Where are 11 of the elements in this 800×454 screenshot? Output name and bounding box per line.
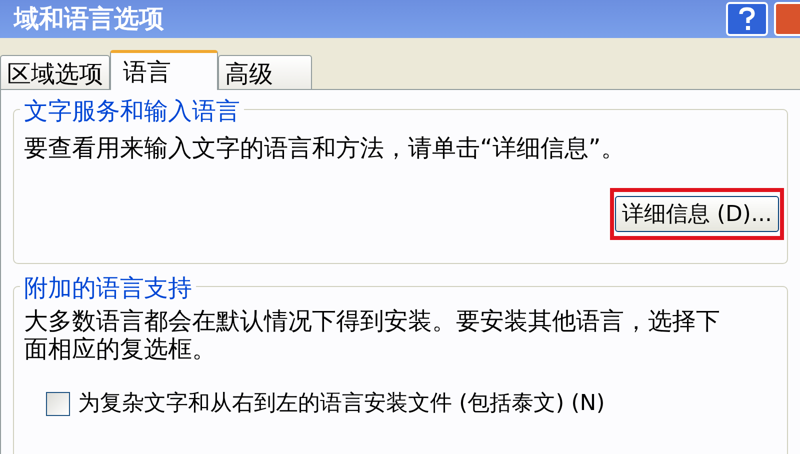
tab[interactable]: 语言 — [110, 50, 218, 90]
description-text: 要查看用来输入文字的语言和方法，请单击“详细信息”。 — [24, 133, 626, 164]
description-text: 大多数语言都会在默认情况下得到安装。要安装其他语言，选择下面相应的复选框。 — [24, 307, 721, 363]
window-title: 域和语言选项 — [14, 3, 164, 36]
details-button[interactable]: 详细信息 (D)... — [614, 196, 779, 232]
checkbox-label: 为复杂文字和从右到左的语言安装文件 (包括泰文) (N) — [78, 390, 605, 418]
help-icon — [739, 7, 755, 31]
tab[interactable]: 高级 — [218, 55, 312, 89]
help-button[interactable] — [726, 2, 768, 36]
tab[interactable]: 区域选项 — [0, 55, 110, 89]
checkbox[interactable] — [46, 392, 70, 416]
